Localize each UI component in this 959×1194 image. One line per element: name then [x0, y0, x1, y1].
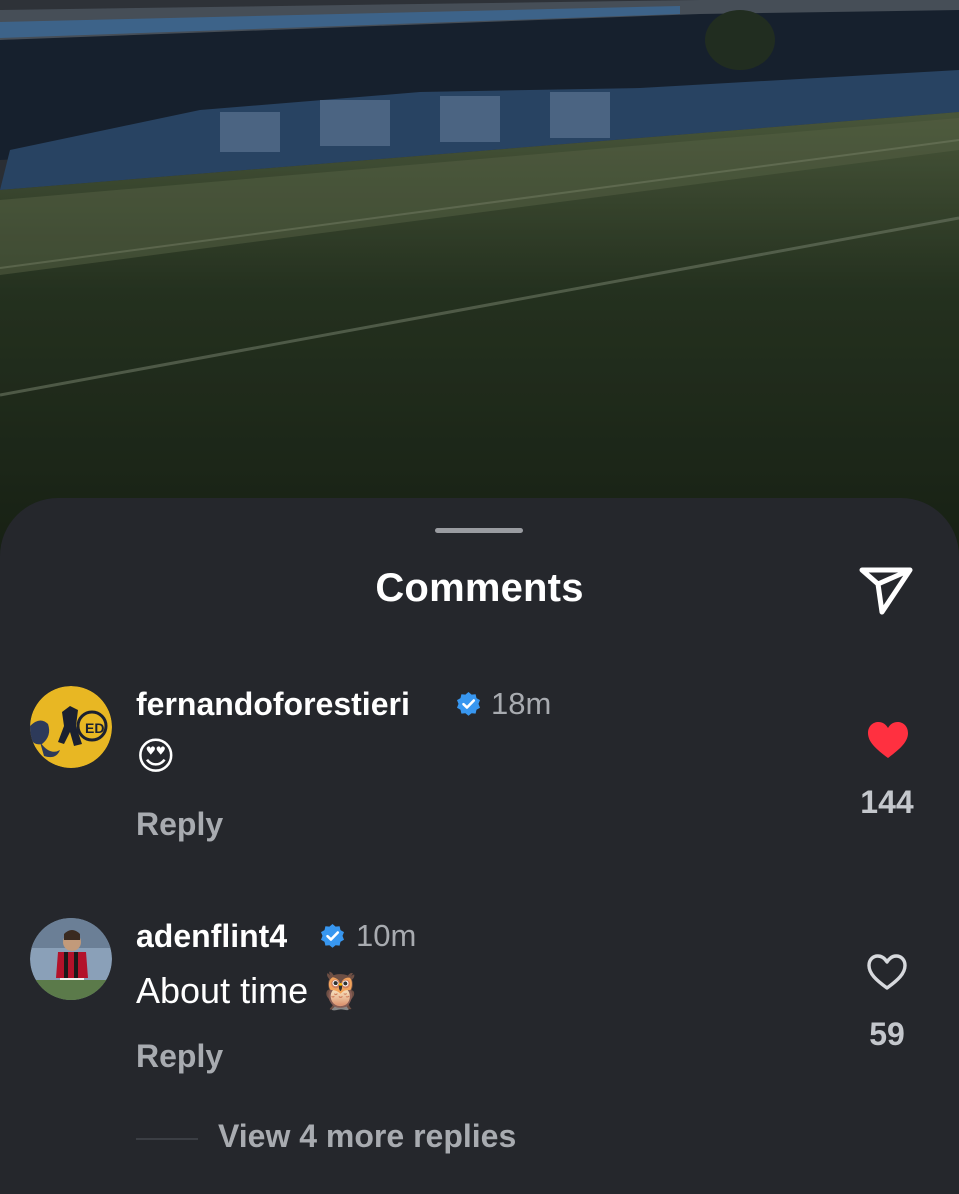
- send-icon[interactable]: [856, 562, 916, 616]
- replies-divider: [136, 1138, 198, 1140]
- drag-handle[interactable]: [435, 528, 523, 533]
- comment-time: 18m: [491, 686, 552, 721]
- svg-text:ED: ED: [85, 720, 104, 736]
- verified-badge-icon: [319, 923, 346, 950]
- like-count: 59: [869, 1016, 905, 1052]
- comments-sheet: Comments ED fernandoforestieri 18m 😍 Rep…: [0, 498, 959, 1194]
- comment-text: About time 🦉: [136, 970, 363, 1011]
- reply-button[interactable]: Reply: [136, 1038, 223, 1075]
- view-more-replies-button[interactable]: View 4 more replies: [218, 1118, 516, 1155]
- verified-badge-icon: [455, 691, 482, 718]
- avatar[interactable]: ED: [30, 686, 112, 768]
- heart-filled-icon[interactable]: [866, 720, 910, 760]
- comment-username[interactable]: fernandoforestieri: [136, 686, 410, 723]
- comment-time: 10m: [356, 918, 417, 953]
- reply-button[interactable]: Reply: [136, 806, 223, 843]
- avatar[interactable]: [30, 918, 112, 1000]
- comment-text: 😍: [136, 736, 176, 778]
- comment-username[interactable]: adenflint4: [136, 918, 287, 955]
- sheet-title: Comments: [375, 566, 584, 610]
- like-count: 144: [860, 784, 914, 820]
- heart-outline-icon[interactable]: [865, 952, 909, 992]
